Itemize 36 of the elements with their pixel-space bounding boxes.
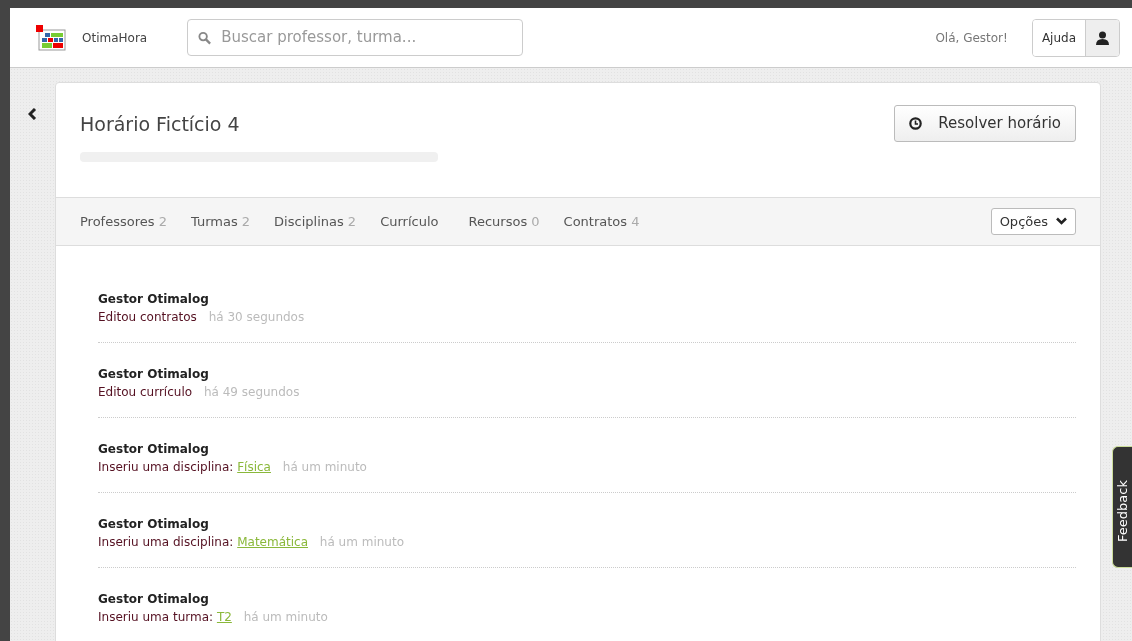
solve-schedule-button[interactable]: Resolver horário	[894, 105, 1076, 142]
activity-user: Gestor Otimalog	[98, 365, 210, 383]
search-icon	[198, 30, 212, 45]
collapse-sidebar-icon[interactable]	[28, 108, 37, 120]
activity-action: Editou currículo	[98, 384, 193, 399]
greeting-text: Olá, Gestor!	[935, 29, 1008, 47]
activity-user: Gestor Otimalog	[98, 515, 210, 533]
logo-icon	[36, 24, 66, 51]
nav-tab[interactable]: Contratos 4	[563, 211, 640, 232]
chevron-down-icon	[1056, 217, 1067, 226]
feedback-tab[interactable]: Feedback	[1112, 446, 1132, 568]
user-button[interactable]	[1085, 19, 1119, 56]
nav-tab[interactable]: Professores 2	[80, 211, 167, 232]
options-button[interactable]: Opções	[990, 207, 1076, 236]
activity-user: Gestor Otimalog	[98, 590, 210, 608]
nav-tab[interactable]: Turmas 2	[190, 211, 251, 232]
activity-time: há um minuto	[282, 459, 367, 474]
activity-time: há um minuto	[319, 534, 404, 549]
nav-tab[interactable]: Disciplinas 2	[274, 211, 357, 232]
activity-action: Inseriu uma disciplina:	[98, 459, 234, 474]
activity-action: Inseriu uma turma:	[98, 609, 214, 624]
activity-user: Gestor Otimalog	[98, 290, 210, 308]
nav-tab[interactable]: Recursos 0	[468, 211, 540, 232]
activity-time: há 30 segundos	[208, 309, 305, 324]
activity-action: Editou contratos	[98, 309, 197, 324]
schedule-title: Horário Fictício 4	[80, 113, 241, 136]
nav-tab[interactable]: Currículo	[380, 211, 439, 232]
activity-time: há um minuto	[243, 609, 328, 624]
search-box[interactable]: Buscar professor, turma...	[187, 19, 524, 56]
activity-user: Gestor Otimalog	[98, 440, 210, 458]
activity-action: Inseriu uma disciplina:	[98, 534, 234, 549]
activity-time: há 49 segundos	[203, 384, 300, 399]
clock-icon	[909, 116, 923, 130]
brand-name[interactable]: OtimaHora	[82, 28, 148, 47]
user-icon	[1096, 30, 1109, 45]
search-field[interactable]: Buscar professor, turma...	[219, 25, 513, 50]
